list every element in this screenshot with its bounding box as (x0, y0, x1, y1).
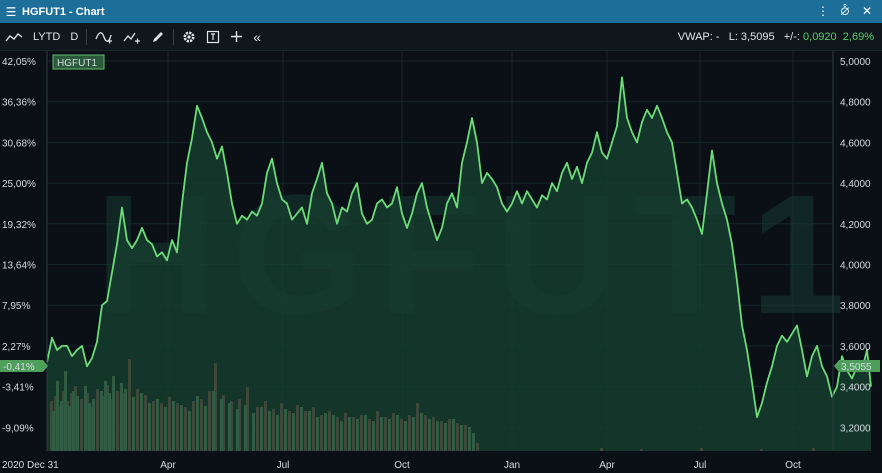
price-readout: VWAP: - L: 3,5095 +/-: 0,0920 2,69% (678, 31, 882, 43)
period-selector[interactable]: LYTD (28, 23, 65, 51)
x-axis-tick-label: Jul (694, 460, 707, 471)
right-axis-tick-label: 5,0000 (840, 57, 871, 68)
left-axis-tick-label: -9,09% (2, 423, 34, 434)
x-axis-tick-label: 2020 Dec 31 (2, 460, 59, 471)
more-options-icon[interactable]: ⋮ (812, 4, 834, 19)
window-title: HGFUT1 - Chart (22, 5, 105, 18)
x-axis-tick-label: Apr (160, 460, 176, 471)
right-axis-tick-label: 3,8000 (840, 301, 871, 312)
left-axis-tick-label: -3,41% (2, 383, 34, 394)
left-axis-tick-label: 13,64% (2, 261, 36, 272)
titlebar-icons: ⋮ ⦲ ✕ (812, 4, 882, 19)
right-axis-tick-label: 4,4000 (840, 179, 871, 190)
left-axis-tick-label: 42,05% (2, 57, 36, 68)
legend-series-label[interactable]: HGFUT1 (52, 54, 105, 70)
unlink-icon[interactable]: ⦲ (834, 4, 856, 19)
right-axis-tick-label: 3,4000 (840, 383, 871, 394)
left-value-badge: -0,41% (0, 360, 48, 373)
settings-gear-icon[interactable] (177, 23, 201, 51)
collapse-double-chevron-icon[interactable]: « (248, 23, 266, 51)
chart-type-icon[interactable] (0, 23, 28, 51)
add-study-icon[interactable] (90, 23, 118, 51)
window-titlebar: ☰ HGFUT1 - Chart ⋮ ⦲ ✕ (0, 0, 882, 23)
left-axis-tick-label: 36,36% (2, 98, 36, 109)
template-icon[interactable] (201, 23, 225, 51)
x-axis-tick-label: Jan (504, 460, 520, 471)
close-icon[interactable]: ✕ (856, 4, 878, 19)
legend-series-name: HGFUT1 (57, 58, 97, 69)
left-axis-tick-label: 2,27% (2, 342, 30, 353)
right-axis-tick-label: 3,6000 (840, 342, 871, 353)
left-axis-tick-label: 25,00% (2, 179, 36, 190)
x-axis-tick-label: Jul (277, 460, 290, 471)
interval-selector[interactable]: D (65, 23, 83, 51)
x-axis-tick-label: Oct (785, 460, 801, 471)
change-value: 0,0920 (803, 30, 837, 43)
right-axis-tick-label: 4,0000 (840, 261, 871, 272)
right-axis-tick-label: 4,6000 (840, 138, 871, 149)
left-axis-tick-label: 7,95% (2, 301, 30, 312)
change-label: +/-: (783, 30, 800, 43)
right-axis-tick-label: 3,2000 (840, 423, 871, 434)
x-axis-tick-label: Apr (599, 460, 615, 471)
draw-pencil-icon[interactable] (146, 23, 170, 51)
change-percent: 2,69% (842, 30, 874, 43)
left-axis-tick-label: 19,32% (2, 220, 36, 231)
right-value-badge: 3,5055 (834, 360, 880, 373)
toolbar-divider (173, 28, 175, 45)
left-axis-tick-label: 30,68% (2, 138, 36, 149)
vwap-readout: VWAP: - (677, 30, 720, 43)
price-chart[interactable]: HGFUT1 42,05% 36,36% 30,68% 25,00% 19,32% 13,… (0, 51, 882, 473)
chart-toolbar: LYTD D « VWAP: - L: 3,5095 +/-: 0,0920 2… (0, 23, 882, 51)
x-axis-tick-label: Oct (394, 460, 410, 471)
right-badge-text: 3,5055 (841, 362, 872, 373)
crosshair-icon[interactable] (225, 23, 248, 51)
hamburger-menu-icon[interactable]: ☰ (0, 5, 22, 19)
left-badge-text: -0,41% (3, 362, 35, 373)
last-price-readout: L: 3,5095 (728, 30, 775, 43)
right-axis-tick-label: 4,2000 (840, 220, 871, 231)
right-axis-tick-label: 4,8000 (840, 98, 871, 109)
add-series-icon[interactable] (118, 23, 146, 51)
toolbar-divider (86, 28, 88, 45)
